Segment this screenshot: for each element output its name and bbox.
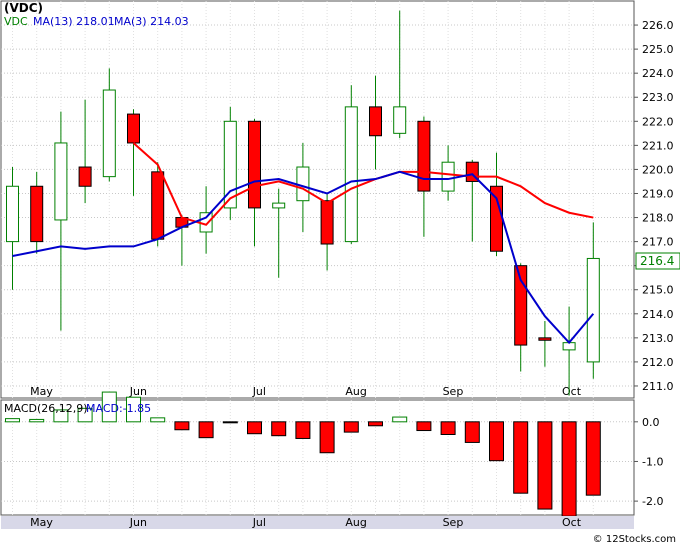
price-tick-label: 226.0 [642, 19, 674, 32]
candle-body [248, 120, 261, 209]
macd-bar [150, 417, 166, 423]
price-legend-item: MA(13) 218.01 [33, 15, 115, 28]
macd-panel: 0.0 -1.0 -2.0 MACD(26,12,9)MACD:-1.85 [0, 391, 663, 517]
last-price-value: 216.4 [640, 254, 674, 268]
bottom-month-label: Sep [443, 516, 464, 529]
macd-bar [319, 421, 335, 454]
candle-body [296, 166, 310, 202]
macd-bar [222, 421, 238, 424]
macd-bar [29, 418, 45, 423]
price-tick-label: 217.0 [642, 236, 674, 249]
price-tick-label: 223.0 [642, 91, 674, 104]
bottom-month-label: Jun [129, 516, 147, 529]
price-tick-label: 211.0 [642, 380, 674, 393]
candle-body [199, 212, 213, 233]
price-month-label: Oct [562, 385, 582, 398]
price-tick-label: 225.0 [642, 43, 674, 56]
stock-chart: 211.0212.0213.0214.0215.0216.0217.0218.0… [0, 0, 680, 545]
price-tick-label: 218.0 [642, 212, 674, 225]
macd-bar [392, 416, 408, 423]
price-tick-label: 221.0 [642, 139, 674, 152]
price-legend-item: MA(3) 214.03 [114, 15, 189, 28]
macd-legend-item: MACD:-1.85 [86, 402, 151, 415]
macd-y-axis: 0.0 -1.0 -2.0 [634, 416, 663, 508]
macd-bar [440, 421, 456, 435]
macd-bar [247, 421, 262, 435]
candle-body [127, 113, 140, 144]
price-tick-label: 213.0 [642, 332, 674, 345]
macd-legend: MACD(26,12,9)MACD:-1.85 [4, 402, 151, 415]
price-legend-item: VDC [4, 15, 28, 28]
macd-bar [537, 421, 553, 510]
candle-body [54, 142, 68, 221]
candle-body [369, 106, 382, 137]
bottom-month-label: Aug [345, 516, 366, 529]
candle-body [6, 185, 19, 243]
price-tick-label: 224.0 [642, 67, 674, 80]
price-tick-label: 222.0 [642, 115, 674, 128]
macd-bar [464, 421, 480, 443]
macd-bar [5, 418, 20, 423]
last-price-tag: 216.4 [635, 252, 680, 270]
macd-tick-label: -2.0 [642, 495, 663, 508]
macd-bar [489, 421, 504, 462]
attribution: © 12Stocks.com [593, 534, 676, 545]
symbol-label: (VDC) [4, 1, 43, 15]
macd-bar [561, 421, 577, 517]
price-month-label: May [30, 385, 53, 398]
candle-body [151, 171, 165, 240]
price-panel: 211.0212.0213.0214.0215.0216.0217.0218.0… [0, 0, 674, 399]
bottom-month-label: Oct [562, 516, 582, 529]
price-tick-label: 220.0 [642, 163, 674, 176]
macd-bar [174, 421, 190, 431]
price-month-label: Jul [252, 385, 266, 398]
price-month-label: Sep [443, 385, 464, 398]
candle-body [102, 89, 116, 178]
price-tick-label: 212.0 [642, 356, 674, 369]
candle-body [272, 202, 286, 209]
x-axis-bar: May Jun Jul Aug Sep Oct [1, 516, 634, 529]
price-month-label: Jun [129, 385, 147, 398]
price-tick-label: 219.0 [642, 187, 674, 200]
macd-tick-label: -1.0 [642, 455, 663, 468]
candle-body [417, 120, 431, 192]
price-month-label: Aug [345, 385, 366, 398]
candle-body [78, 166, 92, 187]
candle-body [344, 106, 358, 243]
candle-body [586, 257, 600, 363]
macd-bar [585, 421, 601, 496]
macd-bar [198, 421, 214, 439]
macd-legend-item: MACD(26,12,9) [4, 402, 88, 415]
candle-body [538, 337, 552, 341]
macd-bar [271, 421, 287, 437]
bottom-month-label: May [30, 516, 53, 529]
candle-body [320, 200, 334, 245]
bottom-month-label: Jul [252, 516, 266, 529]
macd-bar [343, 421, 359, 433]
candle-body [441, 161, 455, 192]
macd-tick-label: 0.0 [642, 416, 660, 429]
price-tick-label: 215.0 [642, 284, 674, 297]
macd-bar [416, 421, 432, 432]
candle-body [30, 185, 44, 243]
price-tick-label: 214.0 [642, 308, 674, 321]
macd-bar [368, 421, 383, 427]
candle-body [490, 185, 503, 252]
macd-bar [295, 421, 311, 439]
price-y-axis: 211.0212.0213.0214.0215.0216.0217.0218.0… [634, 19, 674, 393]
candle-body [393, 106, 407, 134]
macd-bar [513, 421, 529, 494]
